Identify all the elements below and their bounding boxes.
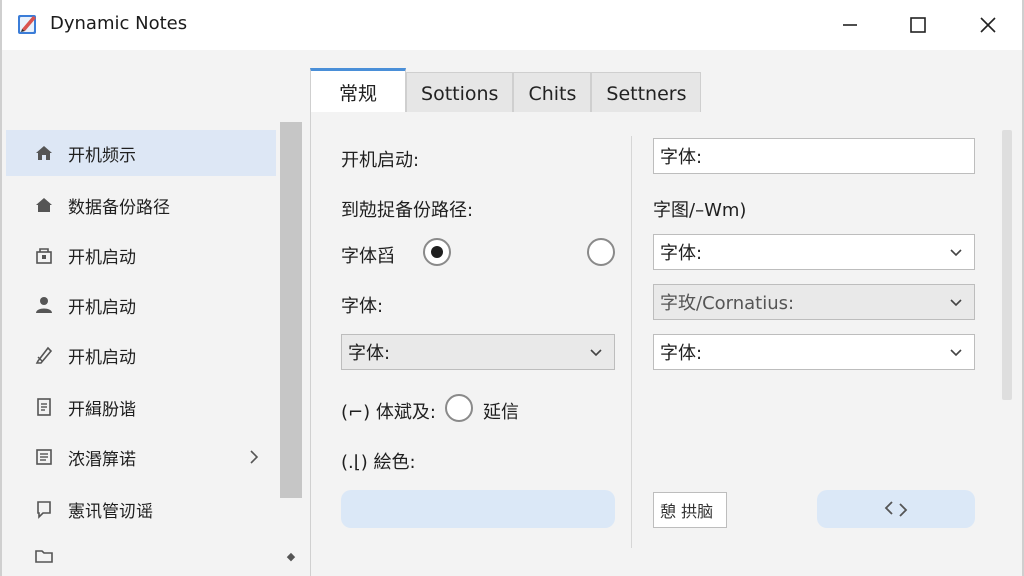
sidebar-item-document[interactable]: 开緝肦谐 bbox=[6, 384, 276, 430]
user-icon bbox=[32, 293, 56, 317]
sidebar-item-folder[interactable] bbox=[6, 536, 276, 576]
main-scrollbar[interactable] bbox=[1002, 130, 1012, 400]
chat-icon bbox=[32, 497, 56, 521]
chevron-right-icon bbox=[250, 450, 259, 464]
sidebar-item-startup-1[interactable]: 开机启动 bbox=[6, 232, 276, 278]
browse-button[interactable]: 憩 拱脑 bbox=[653, 492, 727, 528]
close-icon bbox=[980, 17, 996, 33]
chevron-down-icon bbox=[950, 299, 962, 307]
tab-settners[interactable]: Settners bbox=[591, 72, 702, 114]
size-radio[interactable] bbox=[445, 394, 473, 422]
app-window: Dynamic Notes 常规 Sottions Chits Settners… bbox=[0, 0, 1024, 576]
color-label: (.⌊) 絵色: bbox=[341, 452, 416, 473]
startup-label: 开机启动: bbox=[341, 150, 420, 171]
sidebar-item-label: 开机频示 bbox=[68, 145, 136, 166]
font-select-value: 字体: bbox=[348, 343, 391, 364]
color-picker-button[interactable] bbox=[341, 490, 615, 528]
sidebar-item-label: 开緝肦谐 bbox=[68, 399, 136, 420]
sidebar-item-label: 开机启动 bbox=[68, 347, 136, 368]
size-label: (⌐) 体斌及: bbox=[341, 402, 436, 423]
swap-button[interactable] bbox=[817, 490, 975, 528]
window-title: Dynamic Notes bbox=[50, 13, 188, 34]
size-range-label: 字图/–Wm) bbox=[653, 200, 747, 221]
font-input[interactable]: 字体: bbox=[653, 138, 975, 174]
sidebar-item-notes[interactable]: 浓湣箳诺 bbox=[6, 434, 276, 480]
minimize-button[interactable] bbox=[820, 0, 880, 50]
font-select[interactable]: 字体: bbox=[341, 334, 615, 370]
sidebar-item-messages[interactable]: 憲讯管讱谣 bbox=[6, 486, 276, 532]
swap-arrows-icon bbox=[884, 501, 908, 517]
document-icon bbox=[32, 395, 56, 419]
title-bar: Dynamic Notes bbox=[2, 0, 1022, 50]
folder-icon bbox=[32, 544, 56, 568]
font-select-1[interactable]: 字体: bbox=[653, 234, 975, 270]
font-select-2-value: 字玫/Cornatius: bbox=[660, 293, 795, 314]
sidebar-item-label: 憲讯管讱谣 bbox=[68, 501, 153, 522]
sidebar-item-label: 开机启动 bbox=[68, 297, 136, 318]
font-radio-option-1[interactable] bbox=[423, 238, 451, 266]
scroll-down-arrow-icon[interactable]: ◆ bbox=[284, 550, 298, 564]
tab-sottions[interactable]: Sottions bbox=[406, 72, 514, 114]
sidebar-item-startup-3[interactable]: 开机启动 bbox=[6, 332, 276, 378]
tab-chits[interactable]: Chits bbox=[513, 72, 592, 114]
house-icon bbox=[32, 193, 56, 217]
sidebar: 开机频示 数据备份路径 开机启动 开机启动 开机启动 开緝肦谐 浓湣箳诺 憲讯管… bbox=[4, 118, 302, 576]
font-select-1-value: 字体: bbox=[660, 243, 703, 264]
notes-icon bbox=[32, 445, 56, 469]
maximize-button[interactable] bbox=[888, 0, 948, 50]
chevron-down-icon bbox=[950, 349, 962, 357]
font-radio-label: 字体舀 bbox=[341, 246, 395, 267]
backup-path-label: 到勊捉备份路径: bbox=[341, 200, 474, 221]
size-option-label: 延信 bbox=[483, 402, 519, 423]
tab-strip: 常规 Sottions Chits Settners bbox=[310, 68, 702, 114]
font-select-3[interactable]: 字体: bbox=[653, 334, 975, 370]
close-button[interactable] bbox=[958, 0, 1018, 50]
sidebar-scrollbar-thumb[interactable] bbox=[280, 122, 302, 498]
settings-panel: 开机启动: 到勊捉备份路径: 字体舀 字体: 字体: (⌐) 体斌及: 延信 (… bbox=[310, 112, 1016, 576]
sidebar-item-label: 浓湣箳诺 bbox=[68, 449, 136, 470]
sidebar-item-label: 开机启动 bbox=[68, 247, 136, 268]
font-label: 字体: bbox=[341, 296, 384, 317]
chevron-down-icon bbox=[590, 349, 602, 357]
column-divider bbox=[631, 136, 632, 548]
font-radio-option-2[interactable] bbox=[587, 238, 615, 266]
sidebar-item-label: 数据备份路径 bbox=[68, 197, 170, 218]
home-icon bbox=[32, 141, 56, 165]
maximize-icon bbox=[910, 17, 926, 33]
tab-general[interactable]: 常规 bbox=[310, 68, 407, 114]
sidebar-item-startup-display[interactable]: 开机频示 bbox=[6, 130, 276, 176]
minimize-icon bbox=[843, 24, 857, 26]
notes-app-icon bbox=[18, 15, 36, 34]
chevron-down-icon bbox=[950, 249, 962, 257]
font-select-2[interactable]: 字玫/Cornatius: bbox=[653, 284, 975, 320]
font-select-3-value: 字体: bbox=[660, 343, 703, 364]
sidebar-item-backup-path[interactable]: 数据备份路径 bbox=[6, 182, 276, 228]
sidebar-item-startup-2[interactable]: 开机启动 bbox=[6, 282, 276, 328]
pen-icon bbox=[32, 343, 56, 367]
font-input-value: 字体: bbox=[660, 147, 703, 168]
lock-box-icon bbox=[32, 243, 56, 267]
